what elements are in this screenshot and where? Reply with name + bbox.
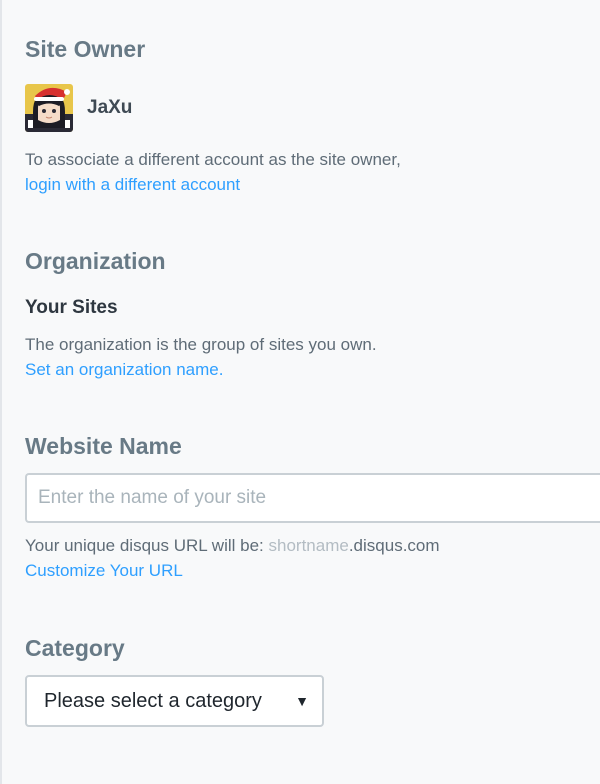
organization-heading: Organization <box>25 248 166 274</box>
site-owner-info-text: To associate a different account as the … <box>25 150 401 169</box>
website-name-input[interactable] <box>25 473 600 523</box>
website-name-heading: Website Name <box>25 433 182 459</box>
disqus-url-hint: Your unique disqus URL will be: shortnam… <box>25 536 440 556</box>
your-sites-heading: Your Sites <box>25 297 118 318</box>
category-heading: Category <box>25 635 125 661</box>
triangle-down-icon: ▼ <box>295 693 309 709</box>
category-select[interactable]: Please select a category ▼ <box>25 675 324 727</box>
site-owner-heading: Site Owner <box>25 36 146 62</box>
url-shortname: shortname <box>268 536 349 555</box>
owner-row: JaXu <box>25 84 132 132</box>
login-different-account-link[interactable]: login with a different account <box>25 175 240 195</box>
set-organization-name-link[interactable]: Set an organization name. <box>25 360 223 380</box>
avatar <box>25 84 73 132</box>
organization-info-text: The organization is the group of sites y… <box>25 335 377 354</box>
url-prefix: Your unique disqus URL will be: <box>25 536 269 555</box>
category-selected-value: Please select a category <box>44 689 262 712</box>
left-border-divider <box>0 0 2 784</box>
customize-url-link[interactable]: Customize Your URL <box>25 561 183 581</box>
url-suffix: .disqus.com <box>348 536 440 555</box>
owner-name: JaXu <box>87 97 133 118</box>
